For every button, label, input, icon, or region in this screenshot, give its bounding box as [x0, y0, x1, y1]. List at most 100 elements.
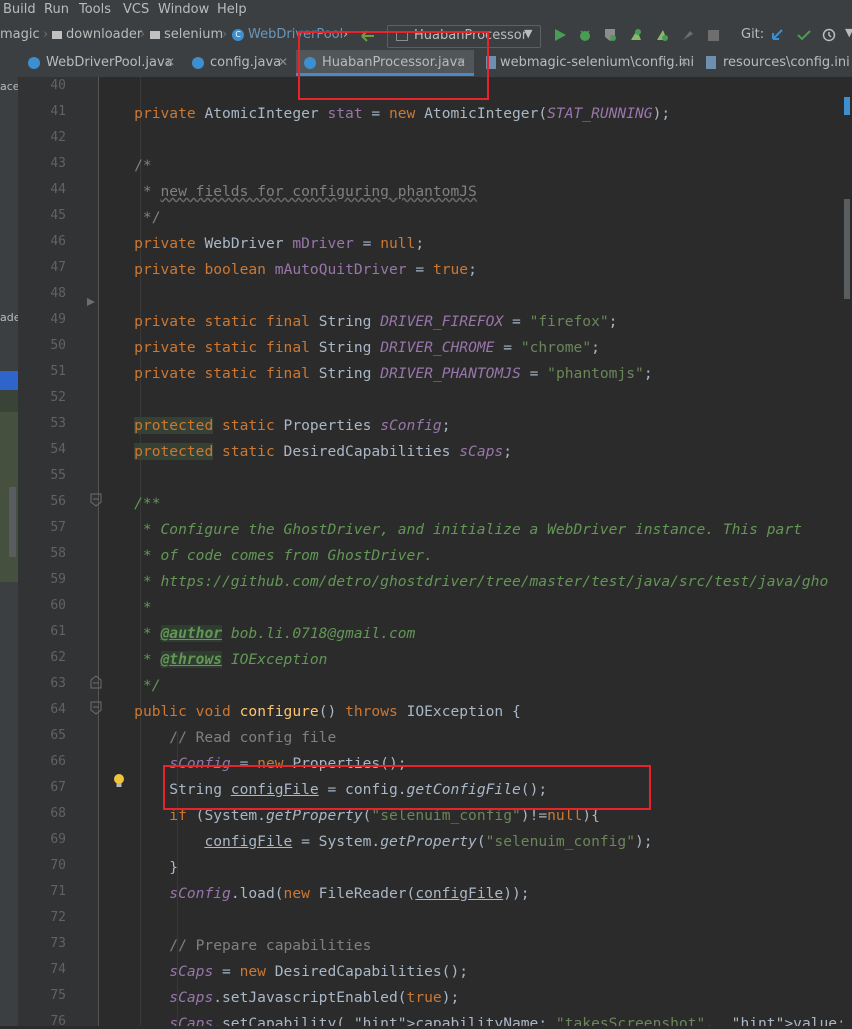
- code-line[interactable]: *: [99, 598, 152, 618]
- code-line[interactable]: [99, 468, 108, 488]
- line-number: 55: [50, 468, 66, 483]
- code-line[interactable]: // Read config file: [99, 728, 336, 748]
- code-line[interactable]: /**: [99, 494, 160, 514]
- code-line[interactable]: protected static Properties sConfig;: [99, 416, 451, 436]
- code-line[interactable]: sCaps.setCapability( "hint">capabilityNa…: [99, 1014, 852, 1026]
- code-line[interactable]: // Prepare capabilities: [99, 936, 371, 956]
- line-number: 41: [50, 104, 66, 119]
- profile-icon[interactable]: [629, 28, 643, 42]
- history-icon[interactable]: [822, 28, 836, 42]
- code-line[interactable]: */: [99, 676, 161, 696]
- line-number: 45: [50, 208, 66, 223]
- code-line[interactable]: /*: [99, 156, 152, 176]
- project-selected-row[interactable]: [0, 371, 18, 390]
- code-line[interactable]: * Configure the GhostDriver, and initial…: [99, 520, 802, 540]
- menu-help[interactable]: Help: [217, 2, 247, 17]
- build-icon[interactable]: [681, 28, 695, 42]
- breadcrumb-label: selenium: [164, 27, 224, 42]
- code-line[interactable]: sCaps.setJavascriptEnabled(true);: [99, 988, 459, 1008]
- tab-config-java[interactable]: config.java ✕: [184, 50, 291, 76]
- tab-webdriverpool[interactable]: WebDriverPool.java ✕: [20, 50, 181, 76]
- line-number: 74: [50, 962, 66, 977]
- line-number: 76: [50, 1014, 66, 1029]
- code-line[interactable]: private static final String DRIVER_FIREF…: [99, 312, 617, 332]
- code-line[interactable]: }: [99, 858, 178, 878]
- breadcrumb-downloader[interactable]: downloader: [52, 27, 142, 42]
- line-number: 73: [50, 936, 66, 951]
- menu-tools[interactable]: Tools: [79, 2, 111, 17]
- code-line[interactable]: private boolean mAutoQuitDriver = true;: [99, 260, 477, 280]
- stop-icon[interactable]: [708, 30, 719, 41]
- coverage-icon[interactable]: [603, 28, 617, 42]
- menu-vcs[interactable]: VCS: [123, 2, 149, 17]
- code-line[interactable]: sConfig.load(new FileReader(configFile))…: [99, 884, 529, 904]
- line-number: 42: [50, 130, 66, 145]
- breadcrumb-separator: ›: [222, 27, 228, 42]
- close-icon[interactable]: ✕: [278, 55, 288, 69]
- line-number: 66: [50, 754, 66, 769]
- class-icon: C: [232, 28, 244, 41]
- code-line[interactable]: * @throws IOException: [99, 650, 327, 670]
- line-number: 56: [50, 494, 66, 509]
- code-line[interactable]: [99, 78, 108, 98]
- fold-arrow-icon[interactable]: [87, 298, 95, 306]
- ini-file-icon: [706, 56, 716, 69]
- chevron-down-icon: ▼: [524, 27, 533, 40]
- git-commit-icon[interactable]: [797, 28, 811, 42]
- line-number: 63: [50, 676, 66, 691]
- code-line[interactable]: private AtomicInteger stat = new AtomicI…: [99, 104, 670, 124]
- tab-label: config.java: [210, 55, 282, 70]
- code-line[interactable]: private static final String DRIVER_PHANT…: [99, 364, 652, 384]
- code-line[interactable]: [99, 390, 108, 410]
- code-editor[interactable]: private AtomicInteger stat = new AtomicI…: [99, 77, 852, 1026]
- breadcrumb-selenium[interactable]: selenium: [150, 27, 223, 42]
- breadcrumb-magic[interactable]: magic: [0, 27, 40, 42]
- tab-label: webmagic-selenium\config.ini: [500, 55, 695, 70]
- project-panel-fragment: ade: [0, 311, 18, 324]
- close-icon[interactable]: ✕: [165, 55, 175, 69]
- breadcrumb-label: downloader: [66, 27, 143, 42]
- highlight-box-code: [163, 765, 651, 810]
- code-line[interactable]: * @author bob.li.0718@gmail.com: [99, 624, 415, 644]
- code-line[interactable]: private static final String DRIVER_CHROM…: [99, 338, 600, 358]
- project-panel: ace ade: [0, 77, 18, 1026]
- code-line[interactable]: sCaps = new DesiredCapabilities();: [99, 962, 468, 982]
- tab-webmagic-selenium-config-ini[interactable]: webmagic-selenium\config.ini ✕: [478, 50, 695, 76]
- code-line[interactable]: [99, 910, 108, 930]
- code-line[interactable]: */: [99, 208, 161, 228]
- breadcrumb-separator: ›: [140, 27, 146, 42]
- code-line[interactable]: * new fields for configuring phantomJS: [99, 182, 477, 202]
- git-update-icon[interactable]: [770, 28, 784, 42]
- line-number: 50: [50, 338, 66, 353]
- attach-debugger-icon[interactable]: [655, 28, 669, 42]
- scrollbar-thumb[interactable]: [844, 199, 850, 299]
- line-number: 70: [50, 858, 66, 873]
- close-icon[interactable]: ✕: [679, 55, 689, 69]
- code-line[interactable]: protected static DesiredCapabilities sCa…: [99, 442, 512, 462]
- tab-resources-config-ini[interactable]: resources\config.ini: [698, 50, 852, 76]
- code-line[interactable]: [99, 286, 108, 306]
- code-line[interactable]: configFile = System.getProperty("selenui…: [99, 832, 652, 852]
- chevron-down-icon[interactable]: ▼: [845, 26, 852, 39]
- menu-run[interactable]: Run: [44, 2, 69, 17]
- breadcrumb-separator: ›: [43, 27, 49, 42]
- line-number: 69: [50, 832, 66, 847]
- code-line[interactable]: public void configure() throws IOExcepti…: [99, 702, 521, 722]
- code-line[interactable]: * of code comes from GhostDriver.: [99, 546, 433, 566]
- project-row[interactable]: [0, 392, 18, 412]
- run-icon[interactable]: [553, 28, 567, 42]
- line-number: 49: [50, 312, 66, 327]
- code-line[interactable]: private WebDriver mDriver = null;: [99, 234, 424, 254]
- tab-label: resources\config.ini: [723, 55, 850, 70]
- project-scrollbar[interactable]: [9, 487, 16, 557]
- menu-window[interactable]: Window: [158, 2, 209, 17]
- code-line[interactable]: [99, 130, 108, 150]
- line-number: 65: [50, 728, 66, 743]
- editor-scrollbar[interactable]: [842, 77, 852, 1026]
- line-number: 54: [50, 442, 66, 457]
- class-icon: [28, 57, 40, 69]
- code-line[interactable]: * https://github.com/detro/ghostdriver/t…: [99, 572, 828, 592]
- debug-icon[interactable]: [578, 28, 592, 42]
- menu-build[interactable]: Build: [3, 2, 36, 17]
- menu-bar: Build Run Tools VCS Window Help: [0, 0, 852, 22]
